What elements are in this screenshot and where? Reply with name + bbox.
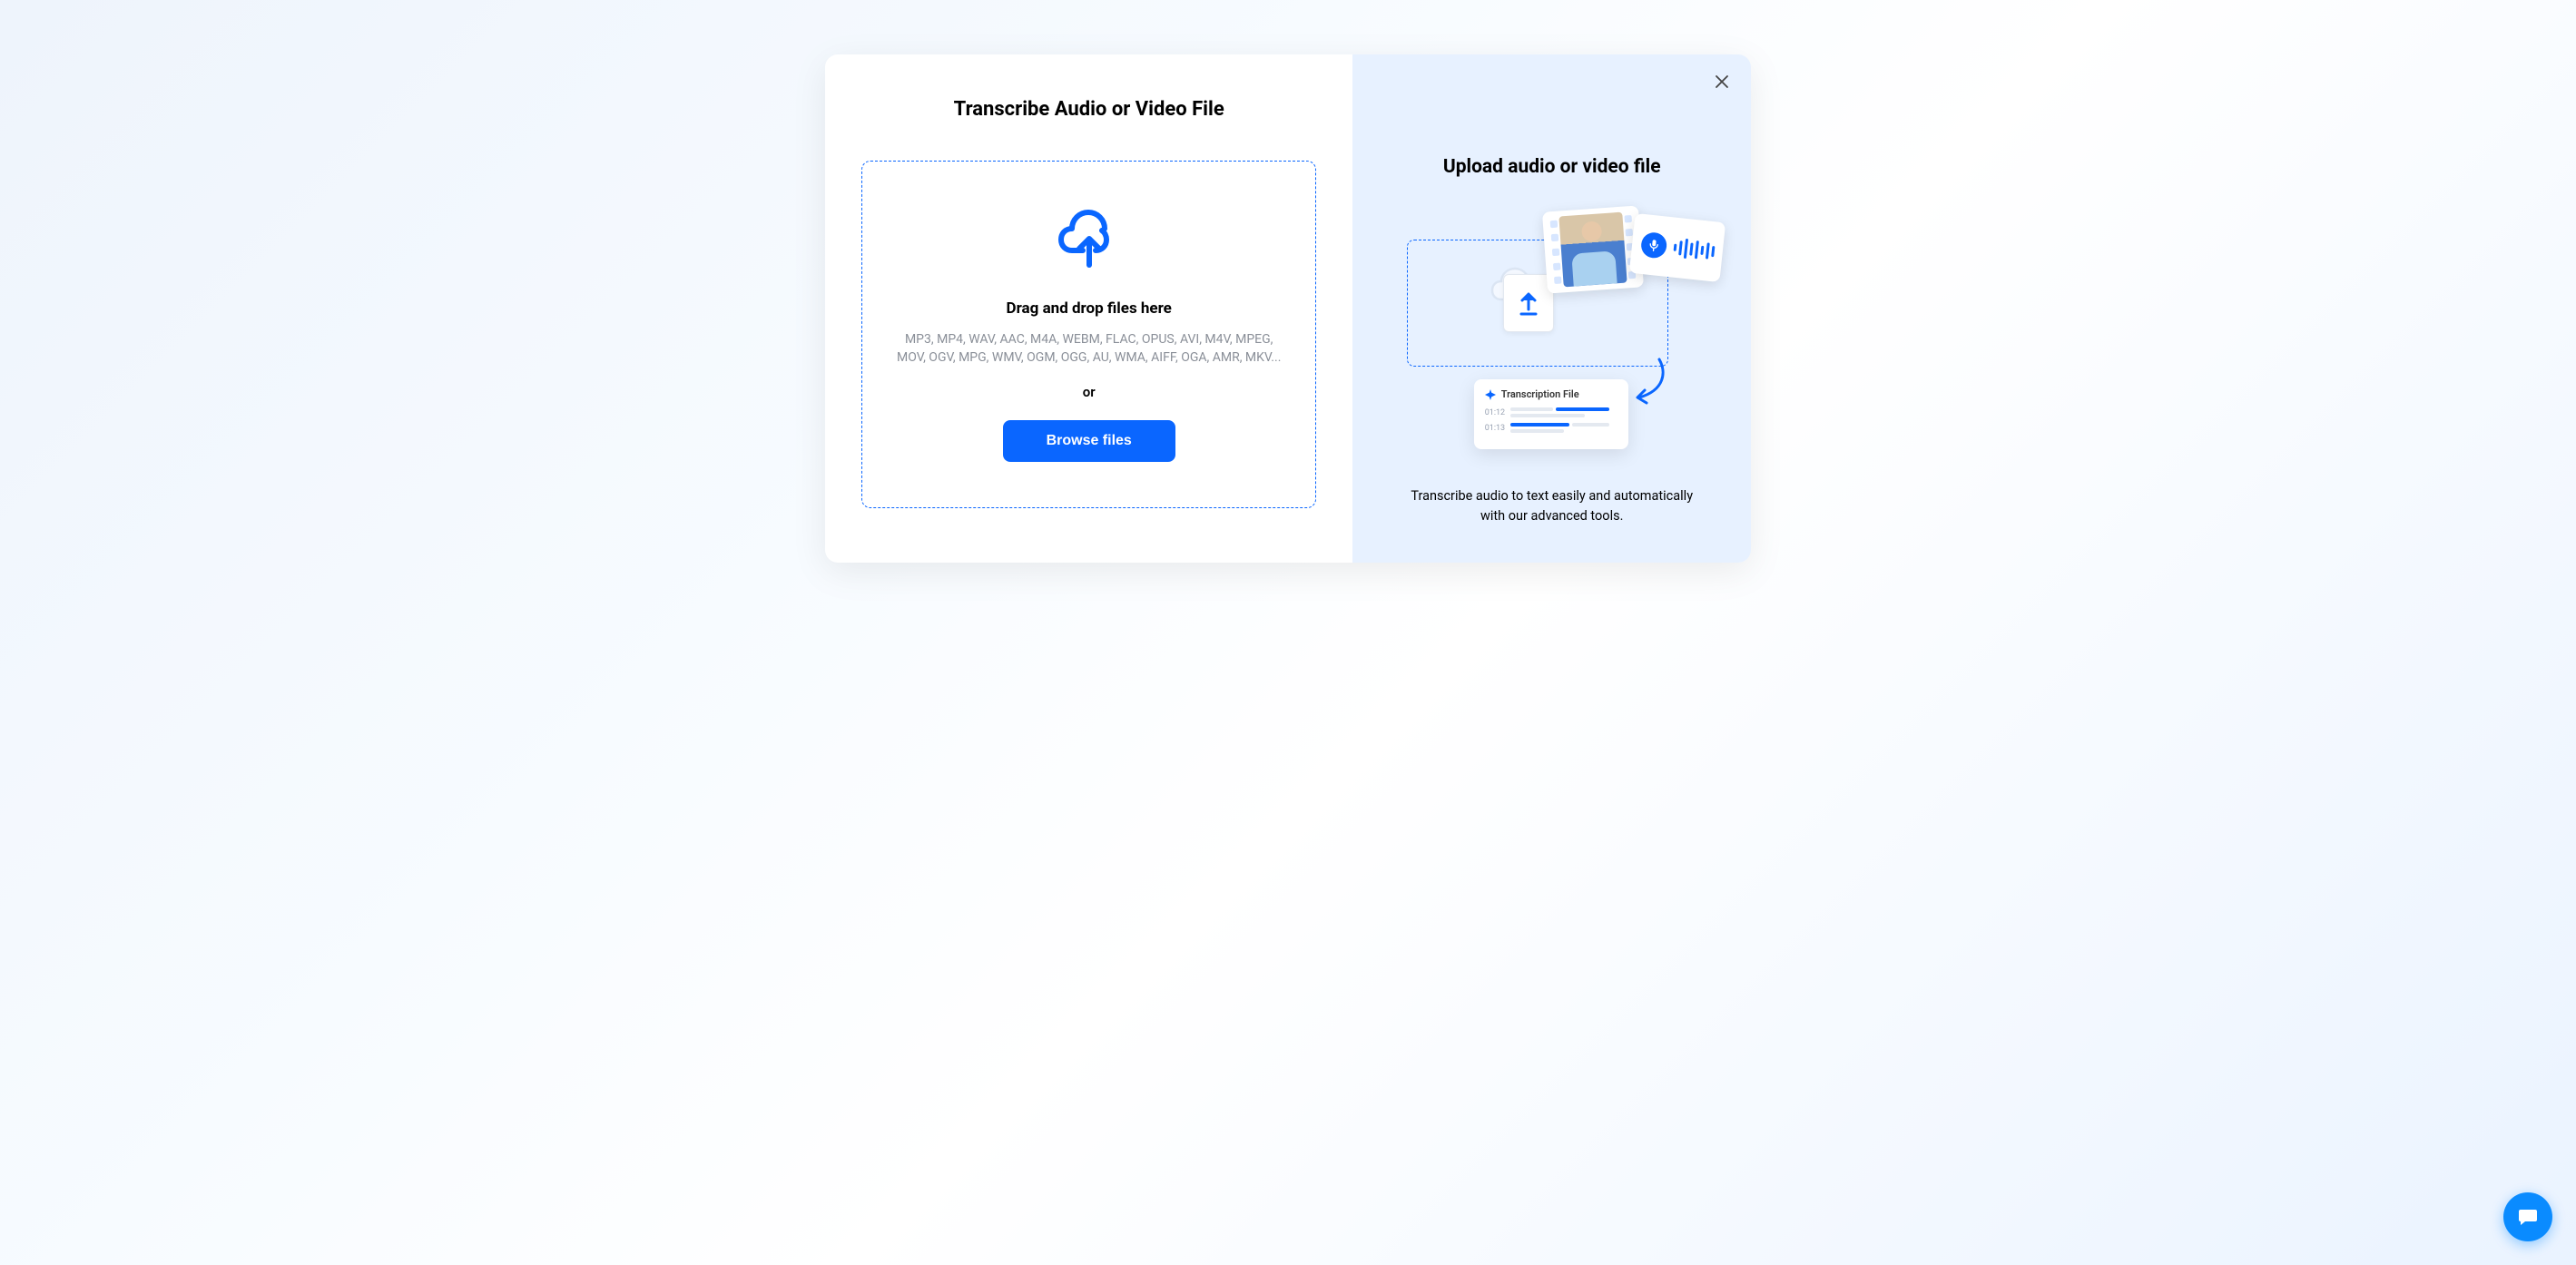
video-thumbnail — [1542, 205, 1644, 293]
cloud-upload-icon — [1054, 205, 1125, 274]
or-divider: or — [1083, 384, 1096, 400]
upload-doc-icon — [1503, 274, 1554, 332]
browse-files-button[interactable]: Browse files — [1003, 420, 1175, 462]
close-button[interactable] — [1711, 71, 1733, 93]
left-title: Transcribe Audio or Video File — [954, 98, 1224, 121]
audio-thumbnail — [1629, 213, 1726, 282]
waveform-icon — [1673, 238, 1716, 262]
upload-modal: Transcribe Audio or Video File Drag and … — [825, 54, 1751, 563]
timestamp: 01:13 — [1485, 424, 1505, 433]
right-title: Upload audio or video file — [1443, 156, 1661, 178]
arrow-icon — [1628, 358, 1670, 412]
transcription-card: Transcription File 01:12 01:13 — [1474, 379, 1628, 449]
chat-icon — [2517, 1206, 2539, 1228]
illustration: Transcription File 01:12 01:13 — [1407, 201, 1697, 465]
close-icon — [1715, 74, 1729, 89]
supported-formats: MP3, MP4, WAV, AAC, M4A, WEBM, FLAC, OPU… — [894, 330, 1284, 368]
drop-title: Drag and drop files here — [1007, 299, 1172, 318]
timestamp: 01:12 — [1485, 408, 1505, 417]
mic-icon — [1639, 231, 1667, 260]
right-description: Transcribe audio to text easily and auto… — [1398, 486, 1706, 526]
dropzone[interactable]: Drag and drop files here MP3, MP4, WAV, … — [861, 161, 1316, 508]
transcription-card-title: Transcription File — [1501, 388, 1579, 400]
info-pane: Upload audio or video file — [1352, 54, 1751, 563]
chat-button[interactable] — [2503, 1192, 2552, 1241]
sparkle-icon — [1485, 389, 1496, 400]
upload-pane: Transcribe Audio or Video File Drag and … — [825, 54, 1352, 563]
